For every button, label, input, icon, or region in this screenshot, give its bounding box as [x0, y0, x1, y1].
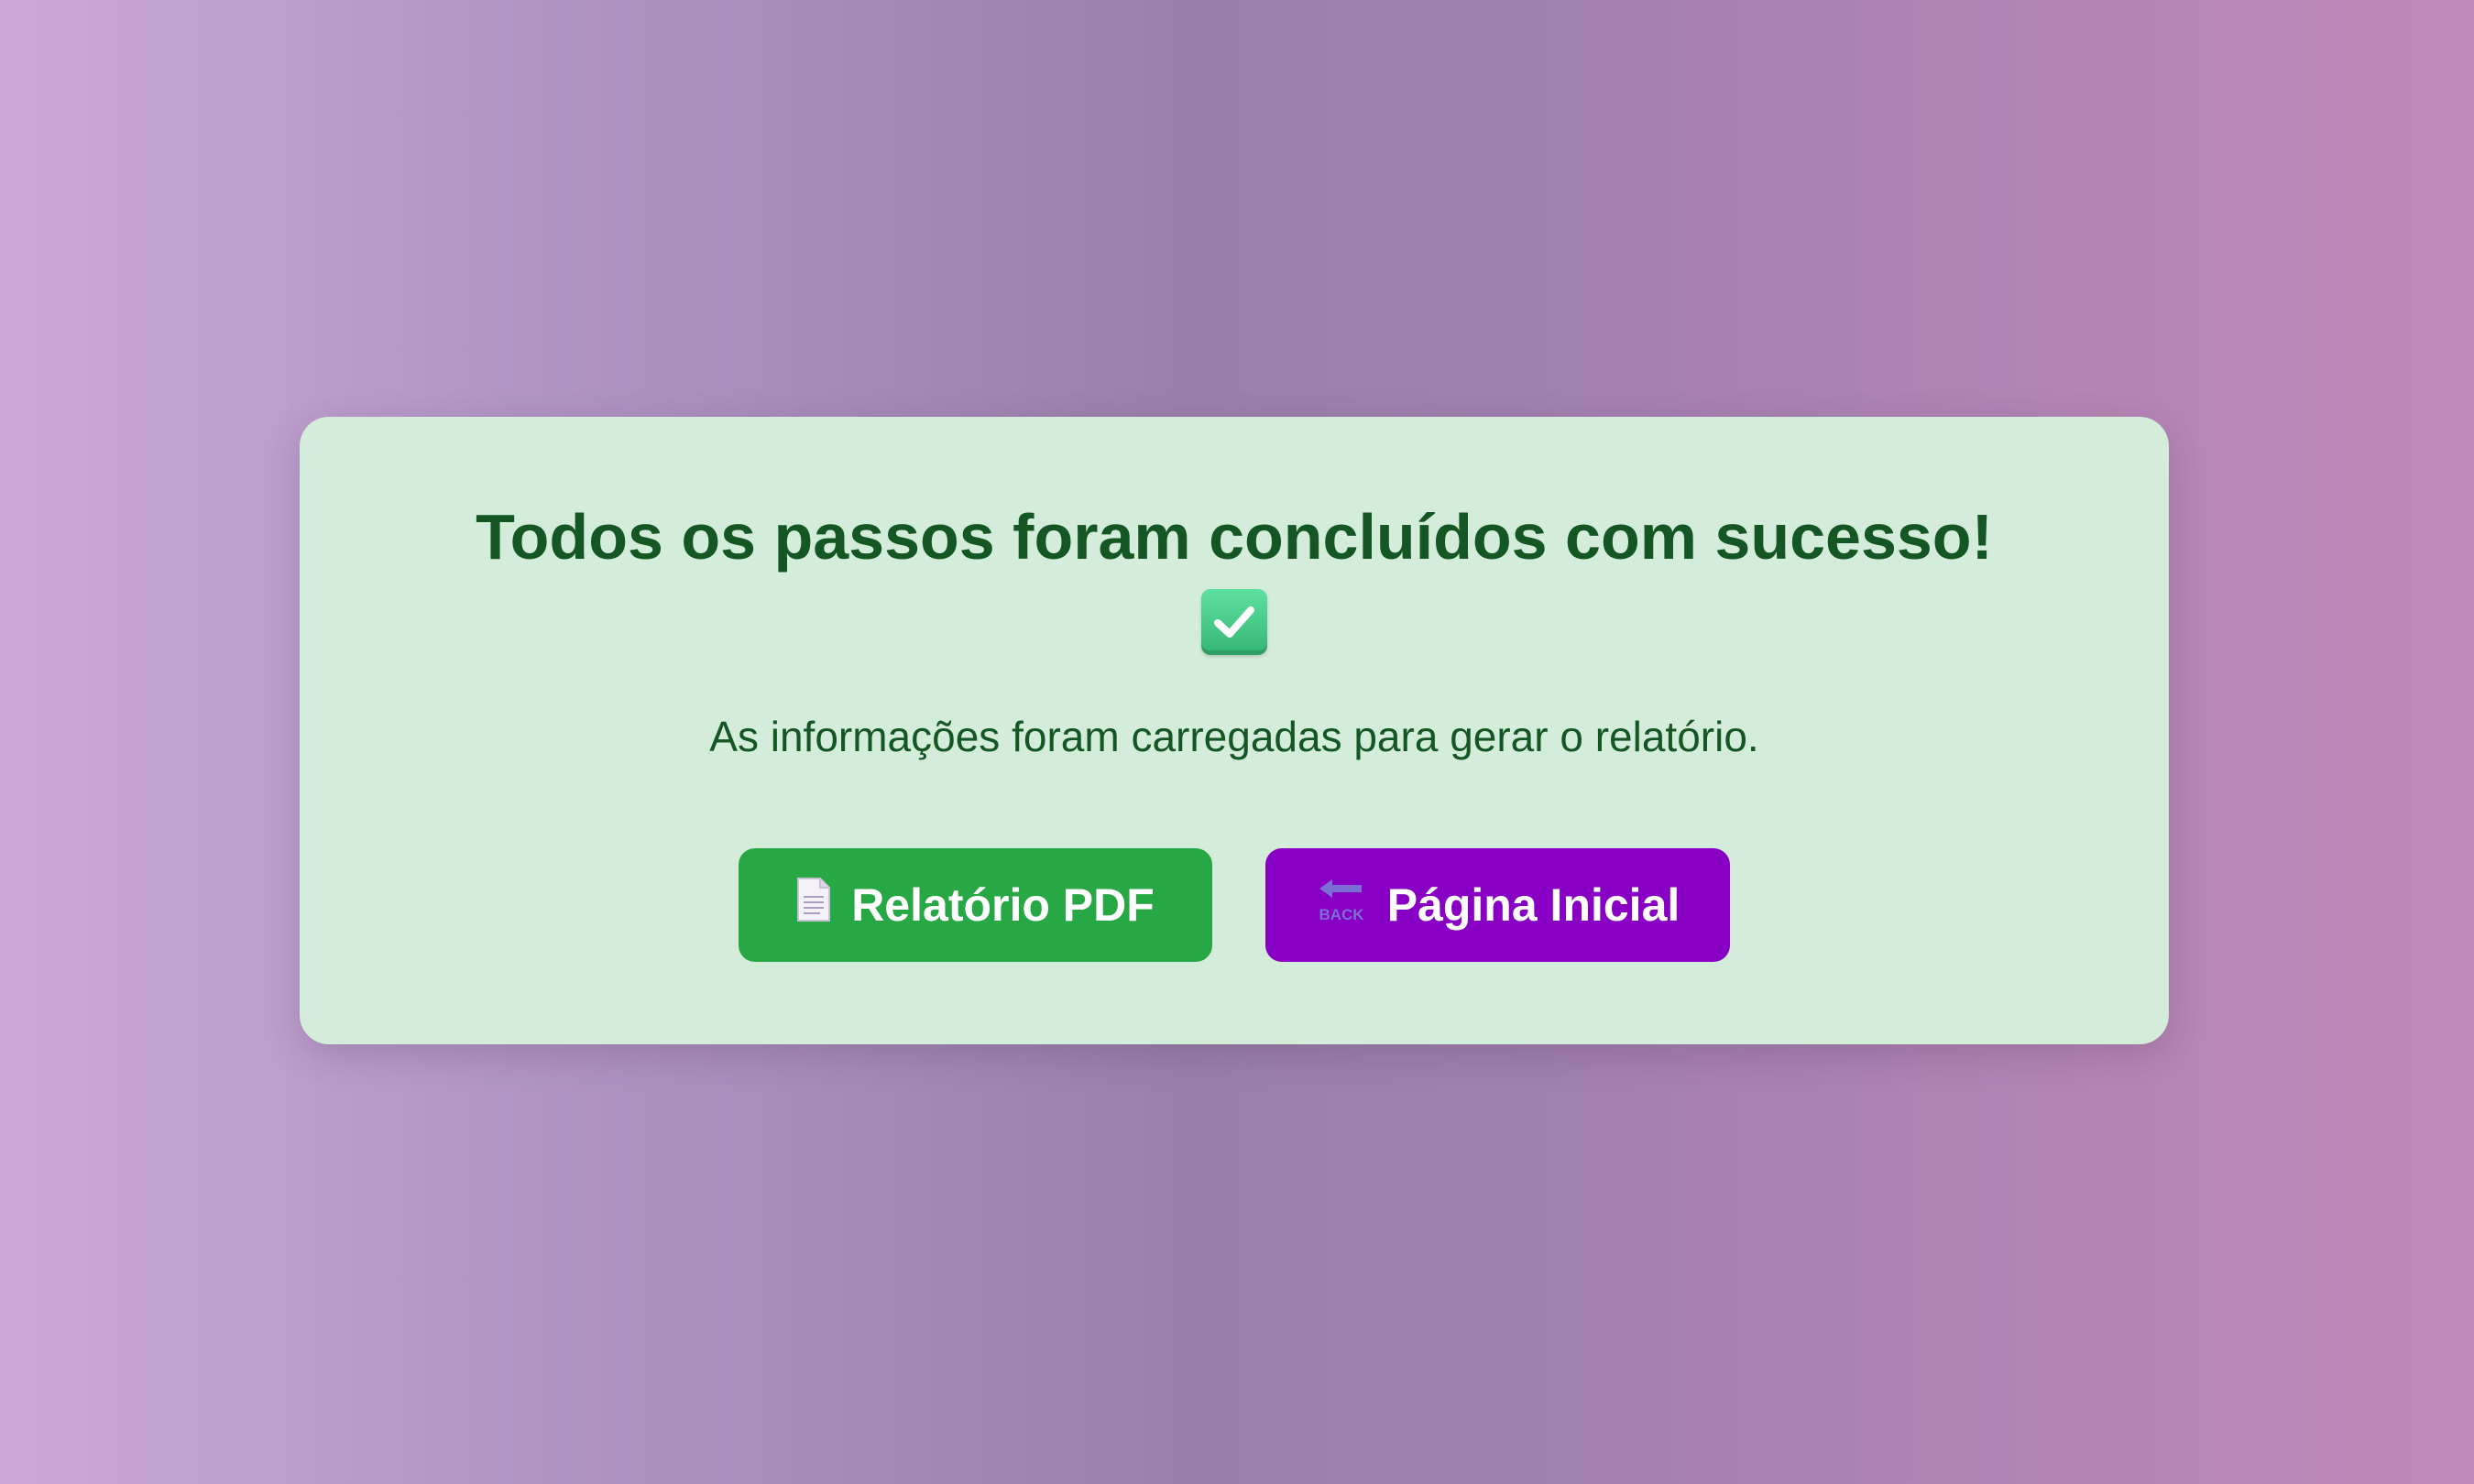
pdf-report-label: Relatório PDF [851, 879, 1155, 931]
back-arrow-icon: BACK [1316, 874, 1367, 936]
success-title: Todos os passos foram concluídos com suc… [476, 501, 1993, 573]
back-icon-text: BACK [1319, 906, 1364, 923]
success-message: As informações foram carregadas para ger… [709, 713, 1759, 760]
document-icon [796, 877, 831, 933]
home-page-label: Página Inicial [1386, 879, 1680, 931]
pdf-report-button[interactable]: Relatório PDF [739, 848, 1212, 962]
success-card: Todos os passos foram concluídos com suc… [300, 417, 2169, 1044]
check-mark-icon [1201, 589, 1267, 655]
home-page-button[interactable]: BACK Página Inicial [1265, 848, 1730, 962]
